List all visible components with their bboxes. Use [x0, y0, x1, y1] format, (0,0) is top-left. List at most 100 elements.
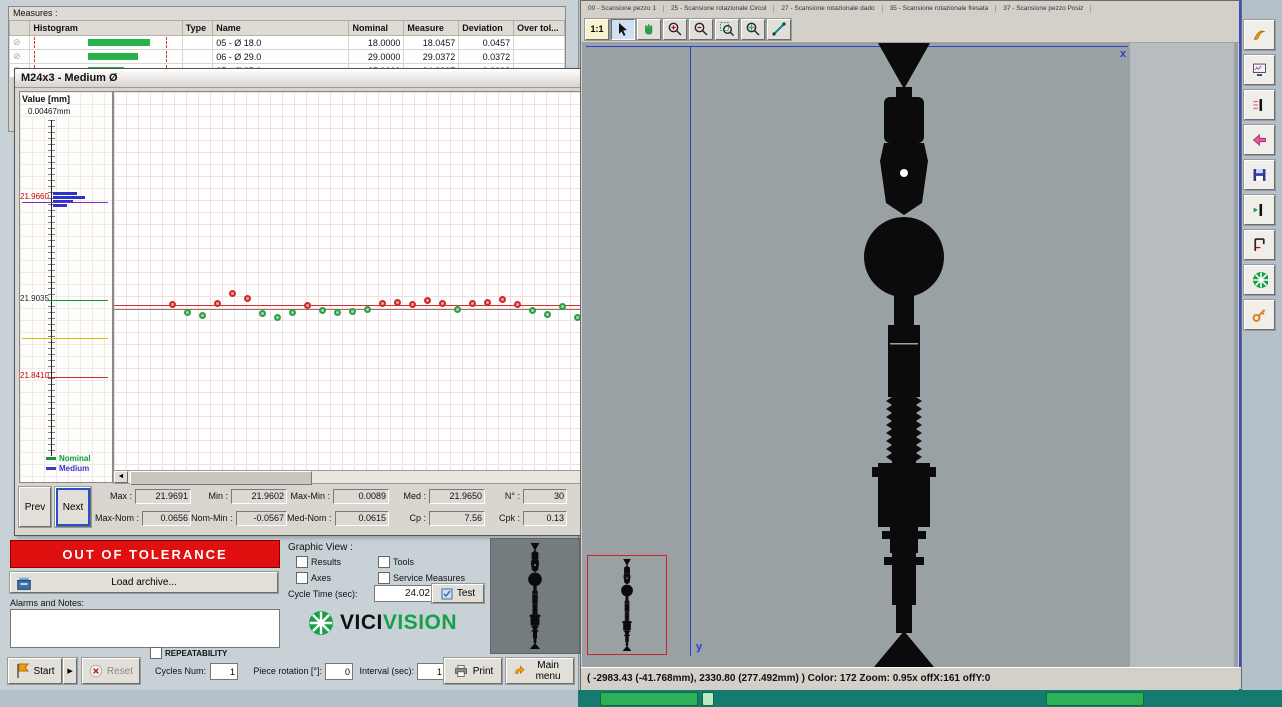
- cycle-time-value: 24.02: [374, 585, 434, 602]
- alarms-label: Alarms and Notes:: [10, 598, 84, 608]
- next-button[interactable]: Next: [55, 487, 91, 527]
- interval-input[interactable]: [417, 663, 445, 680]
- taskbar-item[interactable]: [600, 692, 698, 706]
- table-row[interactable]: ⊘ 05 - Ø 18.0 18.0000 18.0457 0.0457: [10, 36, 565, 50]
- part-silhouette-minimap: [617, 559, 637, 651]
- pan-tool-button[interactable]: [637, 19, 661, 40]
- part-preview-thumbnail[interactable]: [490, 538, 580, 654]
- swoosh-hand-icon: [1251, 25, 1268, 45]
- scrollbar-thumb[interactable]: [130, 471, 312, 485]
- data-point: [439, 300, 446, 307]
- tab-scansione-rotazionale-circol[interactable]: 25 - Scansione rotazionale Circol: [664, 5, 774, 12]
- data-point: [259, 310, 266, 317]
- stat-label: Cpk :: [485, 513, 520, 523]
- piece-rotation-input[interactable]: [325, 663, 353, 680]
- service-measures-checkbox[interactable]: [378, 572, 390, 584]
- piece-rotation-label: Piece rotation [°]:: [236, 666, 322, 676]
- pointer-tool-button[interactable]: [611, 19, 635, 40]
- data-point: [379, 300, 386, 307]
- part-profile-icon: [1251, 95, 1268, 115]
- part-green-arrow-icon: [1251, 200, 1268, 220]
- stat-label: Min :: [191, 491, 228, 501]
- cycles-num-label: Cycles Num:: [148, 666, 206, 676]
- taskbar-item[interactable]: [1046, 692, 1144, 706]
- data-point: [274, 314, 281, 321]
- results-checkbox[interactable]: [296, 556, 308, 568]
- distribution-bar: [53, 196, 85, 199]
- data-point: [409, 301, 416, 308]
- print-button[interactable]: Print: [444, 658, 502, 684]
- zoom-in-button[interactable]: [663, 19, 687, 40]
- stat-value-maxnom: 0.0656: [142, 511, 191, 526]
- data-point: [484, 299, 491, 306]
- data-point: [499, 296, 506, 303]
- zoom-window-button[interactable]: [715, 19, 739, 40]
- report-view-button[interactable]: [1244, 55, 1275, 85]
- stat-label: N° :: [485, 491, 520, 501]
- stat-value-nommin: -0.0567: [236, 511, 287, 526]
- stat-label: Cp :: [389, 513, 426, 523]
- alarms-notes-input[interactable]: [10, 609, 280, 648]
- measures-header-row: Histogram Type Name Nominal Measure Devi…: [10, 21, 565, 36]
- reset-label: Reset: [107, 666, 133, 677]
- vici-tool-button[interactable]: [1244, 265, 1275, 295]
- start-options-icon[interactable]: ▶: [63, 658, 77, 684]
- start-label: Start: [33, 666, 54, 677]
- part-minimap[interactable]: [587, 555, 667, 655]
- medium-legend-label: Medium: [59, 464, 89, 473]
- save-button[interactable]: [1244, 160, 1275, 190]
- zoom-out-button[interactable]: [689, 19, 713, 40]
- caliper-button[interactable]: [1244, 230, 1275, 260]
- repeatability-checkbox[interactable]: [150, 647, 162, 659]
- tab-scansione-pezzo-posiz[interactable]: 37 - Scansione pezzo Posiz: [996, 5, 1091, 12]
- data-point: [424, 297, 431, 304]
- tab-scansione-pezzo-1[interactable]: 00 - Scansione pezzo 1: [581, 5, 664, 12]
- tab-scansione-rotazionale-fresata[interactable]: 35 - Scansione rotazionale fresata: [883, 5, 997, 12]
- stat-value-mednom: 0.0615: [335, 511, 389, 526]
- load-part-button[interactable]: [1244, 125, 1275, 155]
- tools-checkbox[interactable]: [378, 556, 390, 568]
- taskbar-item[interactable]: [702, 692, 714, 706]
- report-icon: [1251, 60, 1268, 80]
- data-point: [289, 309, 296, 316]
- reset-button[interactable]: Reset: [82, 658, 140, 684]
- cycle-time-label: Cycle Time (sec):: [288, 589, 358, 599]
- quick-action-button[interactable]: [1244, 20, 1275, 50]
- axes-label: Axes: [311, 573, 331, 583]
- zoom-dynamic-button[interactable]: [741, 19, 765, 40]
- tick-label: 21.9660: [20, 192, 48, 201]
- data-point: [544, 311, 551, 318]
- axes-checkbox[interactable]: [296, 572, 308, 584]
- col-type: Type: [182, 21, 212, 36]
- stat-label: Max-Min :: [287, 491, 330, 501]
- scan-viewer-window: 00 - Scansione pezzo 1 25 - Scansione ro…: [580, 0, 1242, 692]
- tools-label: Tools: [393, 557, 414, 567]
- data-point: [244, 295, 251, 302]
- test-button[interactable]: Test: [432, 584, 484, 603]
- settings-key-button[interactable]: [1244, 300, 1275, 330]
- measures-window-title: Measures :: [9, 7, 565, 21]
- data-point: [349, 308, 356, 315]
- table-row[interactable]: ⊘ 06 - Ø 29.0 29.0000 29.0372 0.0372: [10, 50, 565, 64]
- distribution-bar: [53, 204, 67, 207]
- part-profile-button[interactable]: [1244, 90, 1275, 120]
- side-toolbar: [1244, 20, 1277, 330]
- data-point: [184, 309, 191, 316]
- measure-line-button[interactable]: [767, 19, 791, 40]
- scroll-left-icon[interactable]: ◄: [114, 471, 128, 483]
- scan-canvas[interactable]: x y: [582, 43, 1238, 667]
- zoom-1-1-button[interactable]: 1:1: [585, 19, 609, 40]
- tolerance-mark: [34, 51, 35, 62]
- diameter-icon: ⊘: [10, 36, 30, 50]
- load-archive-button[interactable]: Load archive...: [10, 572, 278, 593]
- measure-part-button[interactable]: [1244, 195, 1275, 225]
- tab-scansione-rotazionale-dado[interactable]: 27 - Scansione rotazionale dado: [774, 5, 882, 12]
- start-button[interactable]: Start: [8, 658, 62, 684]
- cycles-num-input[interactable]: [210, 663, 238, 680]
- viewer-toolbar: 1:1: [581, 16, 1241, 43]
- main-menu-button[interactable]: Main menu: [506, 658, 574, 684]
- main-menu-label: Main menu: [529, 660, 567, 682]
- tolerance-mark: [34, 37, 35, 48]
- prev-button[interactable]: Prev: [19, 487, 51, 527]
- stat-label: Max :: [95, 491, 132, 501]
